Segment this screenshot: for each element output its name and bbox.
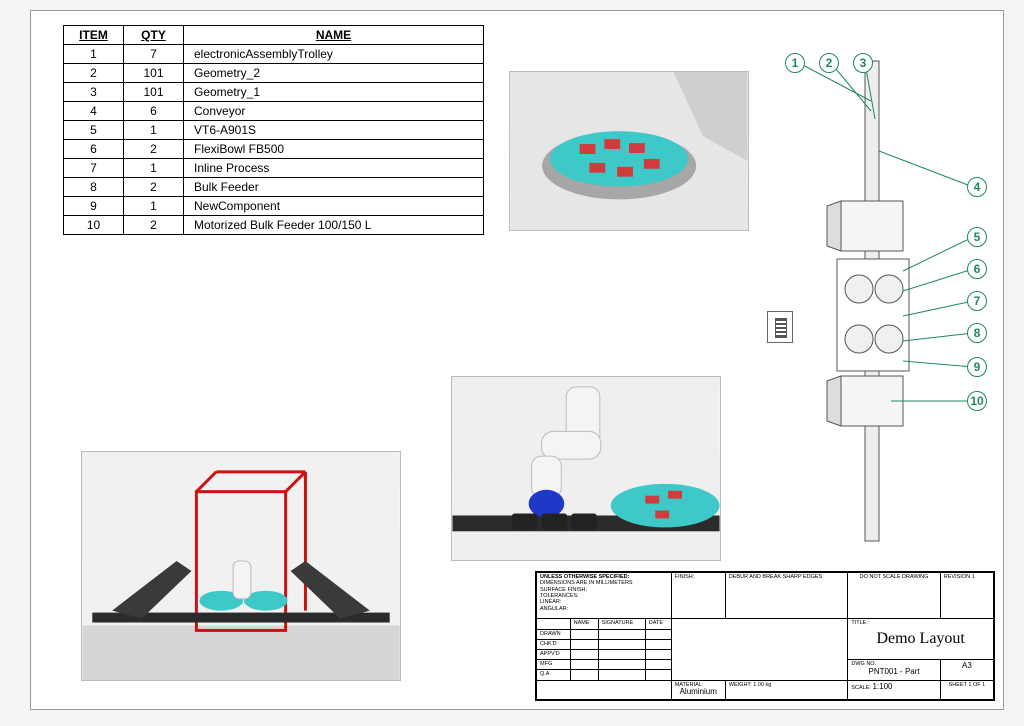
bom-cell-item: 5 — [64, 121, 124, 140]
tb-row-qa: Q.A — [537, 670, 571, 680]
render-flexibowl-closeup — [509, 71, 749, 231]
bom-header-item: ITEM — [64, 26, 124, 45]
title-block: UNLESS OTHERWISE SPECIFIED: DIMENSIONS A… — [535, 571, 995, 701]
bom-cell-qty: 2 — [124, 216, 184, 235]
bom-cell-qty: 1 — [124, 121, 184, 140]
bom-cell-qty: 7 — [124, 45, 184, 64]
tb-dns-label: DO NOT SCALE DRAWING — [860, 574, 929, 580]
balloon-5: 5 — [967, 227, 987, 247]
bom-cell-item: 3 — [64, 83, 124, 102]
bom-row: 51VT6-A901S — [64, 121, 484, 140]
bom-cell-qty: 2 — [124, 140, 184, 159]
drawing-frame: ITEM QTY NAME 17electronicAssemblyTrolle… — [30, 10, 1004, 710]
tb-row-appvd: APPV'D — [537, 650, 571, 660]
bom-row: 3101Geometry_1 — [64, 83, 484, 102]
tb-debur-label: DEBUR AND BREAK SHARP EDGES — [729, 574, 822, 580]
balloon-8: 8 — [967, 323, 987, 343]
balloon-2: 2 — [819, 53, 839, 73]
bom-cell-item: 9 — [64, 197, 124, 216]
bom-row: 71Inline Process — [64, 159, 484, 178]
bom-cell-name: Motorized Bulk Feeder 100/150 L — [184, 216, 484, 235]
bom-table: ITEM QTY NAME 17electronicAssemblyTrolle… — [63, 25, 484, 235]
bom-cell-item: 1 — [64, 45, 124, 64]
balloon-7: 7 — [967, 291, 987, 311]
balloon-6: 6 — [967, 259, 987, 279]
tb-sheet-label: SHEET 1 OF 1 — [949, 682, 986, 688]
tb-finish-label: FINISH: — [675, 574, 695, 580]
tb-rev-value: 1 — [972, 574, 975, 580]
tb-notes-line: ANGULAR: — [540, 606, 668, 612]
balloon-9: 9 — [967, 357, 987, 377]
bom-cell-name: NewComponent — [184, 197, 484, 216]
tb-sig-date: DATE — [645, 619, 671, 629]
bom-row: 91NewComponent — [64, 197, 484, 216]
bom-cell-item: 10 — [64, 216, 124, 235]
bom-row: 2101Geometry_2 — [64, 64, 484, 83]
bom-cell-qty: 101 — [124, 83, 184, 102]
bom-cell-name: Geometry_1 — [184, 83, 484, 102]
bom-cell-name: electronicAssemblyTrolley — [184, 45, 484, 64]
balloon-3: 3 — [853, 53, 873, 73]
tb-row-chkd: CHK'D — [537, 639, 571, 649]
bom-header-name: NAME — [184, 26, 484, 45]
bom-cell-qty: 6 — [124, 102, 184, 121]
tb-scale-label: SCALE: — [851, 685, 871, 691]
bom-row: 17electronicAssemblyTrolley — [64, 45, 484, 64]
tb-title-value: Demo Layout — [851, 620, 990, 648]
render-robot-pick — [451, 376, 721, 561]
tb-weight-value: 1.00 kg — [753, 682, 771, 688]
tb-sig-name: NAME — [570, 619, 598, 629]
tb-scale-value: 1:100 — [872, 682, 892, 691]
bom-cell-qty: 2 — [124, 178, 184, 197]
tb-title-label: TITLE: — [851, 620, 868, 626]
tb-dwgno-label: DWG NO. — [851, 661, 876, 667]
tb-rev-label: REVISION — [944, 574, 970, 580]
tb-material-label: MATERIAL: — [675, 682, 704, 688]
bom-row: 62FlexiBowl FB500 — [64, 140, 484, 159]
plan-view: 1 2 3 4 5 6 7 8 9 10 — [771, 41, 991, 561]
bom-cell-qty: 101 — [124, 64, 184, 83]
bom-header-qty: QTY — [124, 26, 184, 45]
balloon-4: 4 — [967, 177, 987, 197]
bom-cell-qty: 1 — [124, 197, 184, 216]
bom-cell-name: VT6-A901S — [184, 121, 484, 140]
bom-cell-name: Conveyor — [184, 102, 484, 121]
render-cell-overview — [81, 451, 401, 681]
balloon-10: 10 — [967, 391, 987, 411]
tb-row-mfg: MFG — [537, 660, 571, 670]
bom-cell-name: Bulk Feeder — [184, 178, 484, 197]
bom-row: 102Motorized Bulk Feeder 100/150 L — [64, 216, 484, 235]
balloon-1: 1 — [785, 53, 805, 73]
bom-cell-item: 7 — [64, 159, 124, 178]
tb-weight-label: WEIGHT: — [729, 682, 752, 688]
tb-row-drawn: DRAWN — [537, 629, 571, 639]
tb-size-value: A3 — [940, 660, 993, 680]
bom-cell-item: 6 — [64, 140, 124, 159]
tb-sig-sign: SIGNATURE — [598, 619, 645, 629]
bom-cell-item: 8 — [64, 178, 124, 197]
bom-cell-qty: 1 — [124, 159, 184, 178]
bom-cell-name: Inline Process — [184, 159, 484, 178]
bom-cell-item: 2 — [64, 64, 124, 83]
bom-cell-name: FlexiBowl FB500 — [184, 140, 484, 159]
bom-row: 46Conveyor — [64, 102, 484, 121]
bom-cell-item: 4 — [64, 102, 124, 121]
bom-row: 82Bulk Feeder — [64, 178, 484, 197]
bom-cell-name: Geometry_2 — [184, 64, 484, 83]
